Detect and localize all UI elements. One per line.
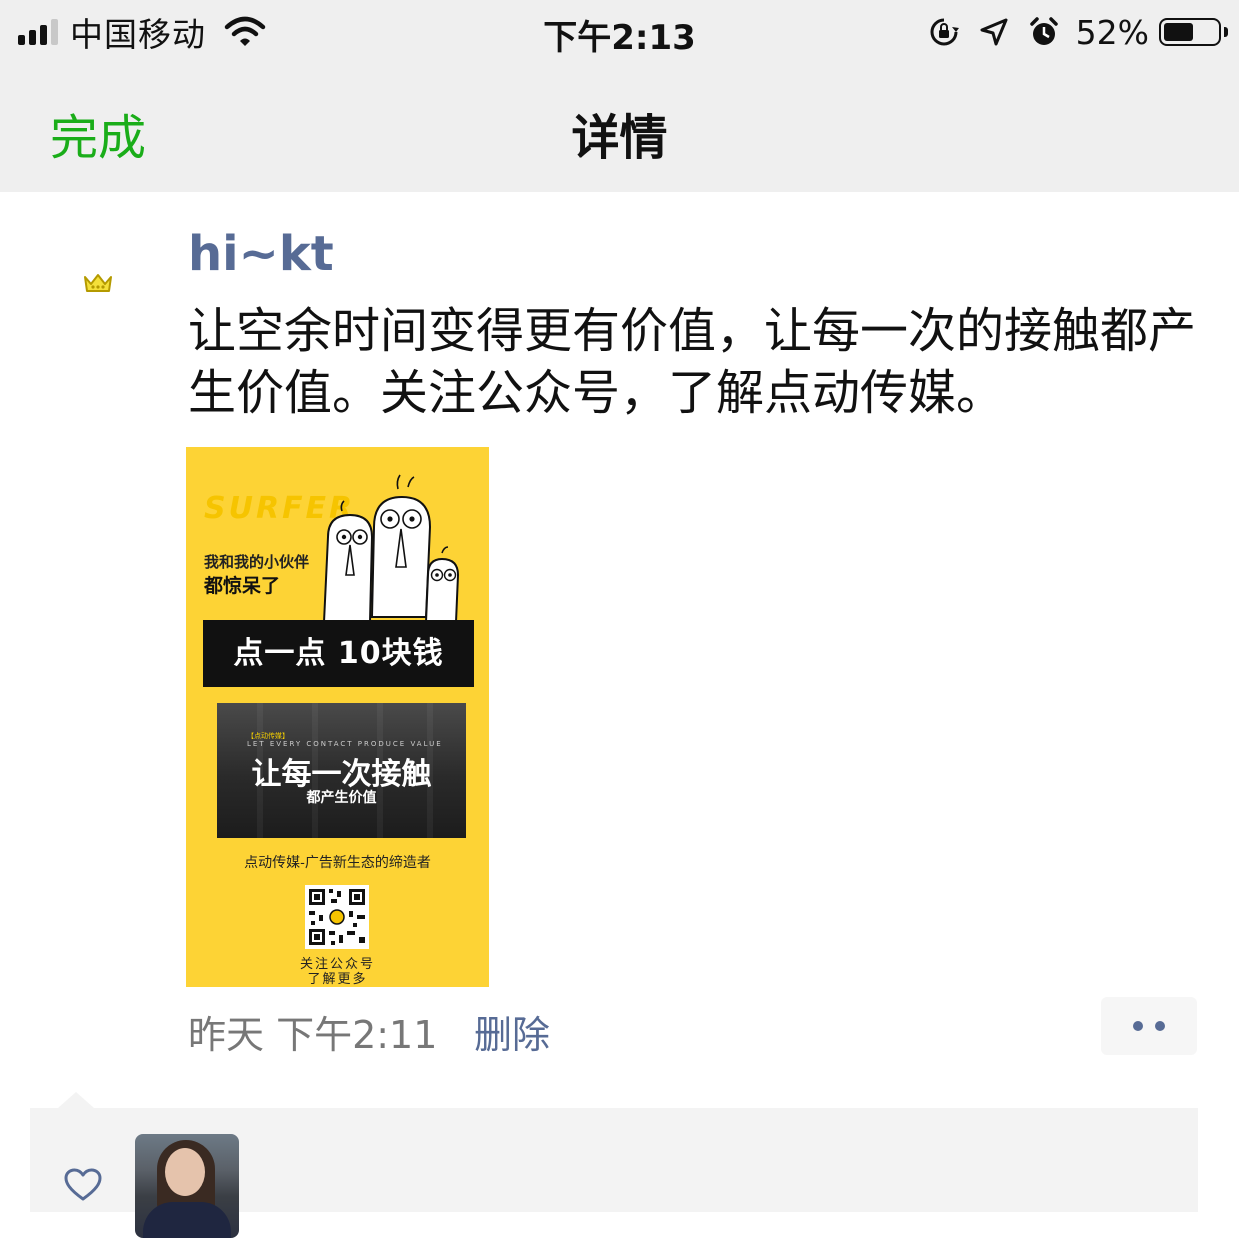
heart-icon [64, 1168, 102, 1201]
qr-code [305, 885, 369, 949]
cartoon-faces-illustration [322, 474, 460, 623]
post-timestamp: 昨天 下午2:11 [188, 1013, 438, 1057]
poster-photo-english: LET EVERY CONTACT PRODUCE VALUE [247, 740, 443, 748]
poster-line-1: 我和我的小伙伴 [204, 553, 310, 571]
alarm-icon [1029, 17, 1058, 45]
post-text: 让空余时间变得更有价值，让每一次的接触都产生价值。关注公众号，了解点动传媒。 [188, 303, 1197, 421]
liker-avatar[interactable] [135, 1134, 239, 1238]
more-options-button[interactable] [1101, 997, 1197, 1055]
poster-caption-2: 了解更多 [307, 972, 368, 987]
delete-button[interactable]: 删除 [474, 1004, 550, 1059]
poster-slogan: 点动传媒-广告新生态的缔造者 [244, 855, 431, 871]
status-bar: 中国移动 下午2:13 52% [0, 0, 1239, 64]
post-image[interactable]: SURFER 我和我的小伙伴 都惊呆了 点一点 10块钱 【点动传媒】 LET … [186, 447, 489, 987]
poster-photo-subtitle: 都产生价值 [306, 790, 377, 806]
more-dot-icon [1133, 1021, 1143, 1031]
poster-banner: 点一点 10块钱 [203, 620, 474, 687]
more-dot-icon [1155, 1021, 1165, 1031]
battery-icon [1159, 18, 1228, 46]
battery-percent: 52% [1075, 12, 1149, 52]
crown-icon [84, 274, 112, 292]
status-right: 52% [910, 10, 1228, 54]
navigation-bar: 完成 详情 [0, 64, 1239, 192]
poster-line-2: 都惊呆了 [204, 575, 281, 597]
poster-photo: 【点动传媒】 LET EVERY CONTACT PRODUCE VALUE 让… [217, 703, 466, 838]
location-icon [980, 18, 1008, 46]
orientation-lock-icon [930, 18, 959, 46]
page-title: 详情 [571, 110, 668, 166]
post-author-name[interactable]: hi~kt [188, 226, 334, 282]
likes-pointer [58, 1092, 94, 1108]
